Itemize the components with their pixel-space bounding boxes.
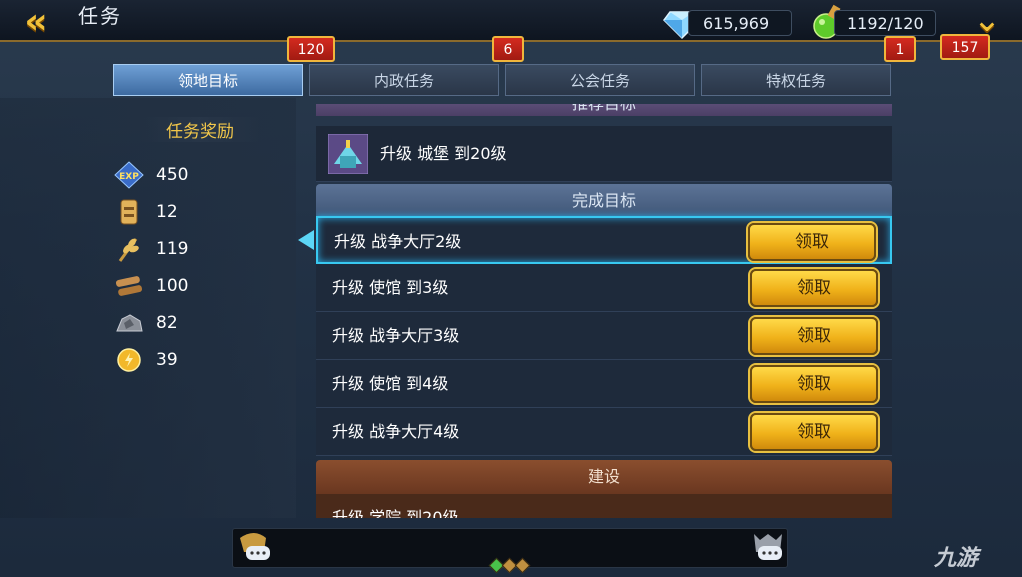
task-row[interactable]: 升级 使馆 到3级 领取 (316, 264, 892, 312)
double-chevron-left-icon: « (24, 0, 48, 42)
tab-privilege-tasks[interactable]: 特权任务 (701, 64, 891, 96)
gold-icon (114, 345, 144, 375)
task-row[interactable]: 升级 使馆 到4级 领取 (316, 360, 892, 408)
section-header-recommended: 推荐目标 (316, 104, 892, 116)
page-title: 任务 (78, 4, 122, 28)
reward-row: EXP 450 (114, 160, 188, 190)
reward-row: 100 (114, 271, 188, 301)
task-list[interactable]: 推荐目标 升级 城堡 到20级 完成目标 升级 战争大厅2级 领取 升级 使馆 … (316, 104, 892, 518)
tab-domestic-tasks[interactable]: 内政任务 (309, 64, 499, 96)
task-row[interactable]: 升级 战争大厅2级 领取 (316, 216, 892, 264)
selection-pointer-icon (298, 230, 314, 250)
page-indicator (486, 557, 532, 574)
claim-button[interactable]: 领取 (750, 413, 878, 451)
back-button[interactable]: « (6, 0, 54, 42)
page-dot (514, 557, 530, 574)
reward-row: 39 (114, 345, 178, 375)
svg-text:EXP: EXP (119, 172, 139, 182)
task-row[interactable]: 升级 战争大厅4级 领取 (316, 408, 892, 456)
claim-button[interactable]: 领取 (750, 317, 878, 355)
chat-world-icon[interactable] (236, 530, 272, 564)
reward-row: 119 (114, 234, 188, 264)
section-header-completed: 完成目标 (316, 184, 892, 218)
food-icon (114, 197, 144, 227)
recommended-item[interactable]: 升级 城堡 到20级 (316, 126, 892, 182)
castle-icon (328, 134, 368, 174)
stamina-count: 1192/120 (834, 10, 936, 36)
rewards-title: 任务奖励 (140, 117, 260, 142)
claim-button[interactable]: 领取 (748, 223, 876, 261)
reward-row: 12 (114, 197, 178, 227)
watermark: 九游 (934, 546, 979, 571)
tab-badge: 1 (884, 36, 916, 62)
wood-icon (114, 271, 144, 301)
tab-badge: 120 (287, 36, 335, 62)
collapse-badge: 157 (940, 34, 990, 60)
tab-badge: 6 (492, 36, 524, 62)
build-item[interactable]: 升级 学院 到20级 (316, 494, 892, 518)
exp-icon: EXP (114, 160, 144, 190)
reward-row: 82 (114, 308, 178, 338)
task-row[interactable]: 升级 战争大厅3级 领取 (316, 312, 892, 360)
claim-button[interactable]: 领取 (750, 269, 878, 307)
gem-count: 615,969 (688, 10, 792, 36)
tab-guild-tasks[interactable]: 公会任务 (505, 64, 695, 96)
section-header-build: 建设 (316, 460, 892, 494)
chat-guild-icon[interactable] (750, 530, 786, 564)
recommended-item-text: 升级 城堡 到20级 (380, 144, 507, 163)
stone-icon (114, 308, 144, 338)
wheat-icon (114, 234, 144, 264)
claim-button[interactable]: 领取 (750, 365, 878, 403)
tab-territory-goals[interactable]: 领地目标 (113, 64, 303, 96)
